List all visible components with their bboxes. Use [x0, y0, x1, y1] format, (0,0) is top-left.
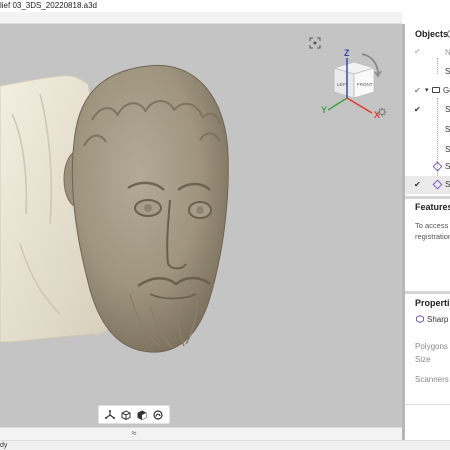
properties-title: Properties: [415, 298, 450, 308]
objects-title: Objects: [415, 29, 449, 39]
objects-name-column: N: [445, 48, 450, 57]
object-row-selected[interactable]: ✔ Sh: [405, 177, 450, 197]
right-panel: Objects ✔ N S ✔ ▾ Gr ✔ S S S Sh ✔ Sh Fea…: [402, 24, 450, 440]
view-mode-toolbar: [98, 405, 170, 424]
mesh-icon: [432, 161, 443, 172]
object-label: S: [445, 145, 450, 154]
object-label: S: [445, 67, 450, 76]
mesh-icon: [416, 314, 424, 324]
mesh-icon: [432, 179, 443, 190]
window-title: lief 03_3DS_20220818.a3d: [0, 1, 97, 10]
visibility-check-icon[interactable]: ✔: [414, 180, 421, 189]
features-hint-line2: registration: [415, 232, 450, 241]
axis-z-label: Z: [344, 48, 350, 58]
gizmo-settings-icon[interactable]: [377, 107, 387, 117]
expand-panel-button[interactable]: ≈: [128, 428, 140, 438]
column-check-icon: ✔: [414, 47, 421, 56]
object-row[interactable]: S: [405, 122, 450, 142]
object-row[interactable]: ✔ S: [405, 102, 450, 122]
visibility-check-icon[interactable]: ✔: [414, 105, 421, 114]
viewport-top-strip: [0, 12, 402, 24]
object-row[interactable]: S: [405, 64, 450, 84]
expand-arrow-icon[interactable]: ▾: [425, 86, 429, 94]
object-label: Sh: [445, 180, 450, 189]
object-label: S: [445, 105, 450, 114]
object-group-row[interactable]: ✔ ▾ Gr: [405, 83, 450, 103]
axis-y-label: Y: [321, 105, 327, 115]
visibility-check-icon[interactable]: ✔: [414, 86, 421, 95]
object-label: Sh: [445, 162, 450, 171]
features-hint-line1: To access t: [415, 221, 450, 230]
solid-cube-icon[interactable]: [120, 409, 132, 421]
status-text: dy: [0, 442, 8, 449]
features-title: Features: [415, 202, 450, 212]
axes-icon[interactable]: [104, 409, 116, 421]
panel-bottom-divider: [405, 404, 450, 405]
section-divider: [405, 291, 450, 294]
properties-selected-object: Sharp f: [427, 315, 450, 324]
3d-viewport[interactable]: LEFT FRONT Z X Y: [0, 24, 402, 427]
title-bar: lief 03_3DS_20220818.a3d: [0, 0, 450, 12]
object-group-label: Gr: [443, 86, 450, 95]
gizmo-front-label: FRONT: [357, 82, 373, 87]
section-divider: [405, 196, 450, 199]
folder-icon: [432, 87, 440, 93]
textured-cube-icon[interactable]: [136, 409, 148, 421]
object-label: S: [445, 125, 450, 134]
status-bar: dy: [0, 440, 450, 450]
polygons-label: Polygons: [415, 342, 448, 351]
size-label: Size: [415, 355, 431, 364]
bottom-panel-strip: [0, 427, 402, 440]
texture-mode-icon[interactable]: [152, 409, 164, 421]
scanners-label: Scanners: [415, 375, 449, 384]
